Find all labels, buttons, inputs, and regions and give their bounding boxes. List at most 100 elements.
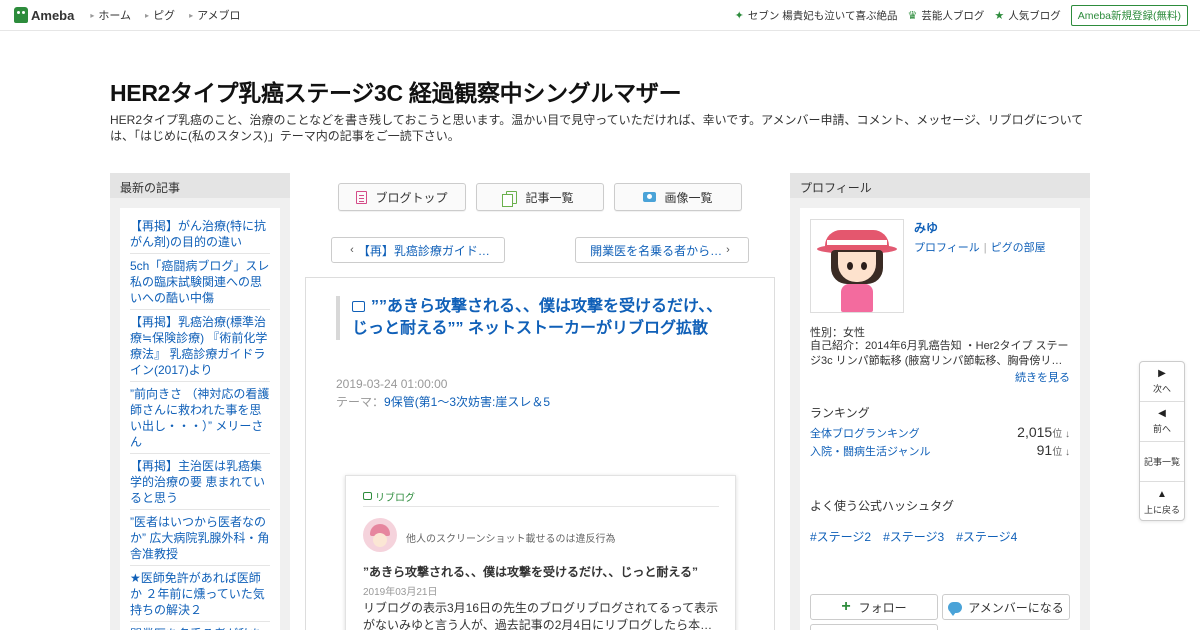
reblog-label: リブログ bbox=[375, 492, 415, 504]
chevron-right-icon: ▸ bbox=[145, 10, 150, 20]
list-item[interactable]: ★医師免許があれば医師か ２年前に燻っていた気持ちの解決２ bbox=[130, 566, 270, 622]
blog-nav-buttons: ブログトップ 記事一覧 画像一覧 bbox=[338, 183, 752, 211]
list-item[interactable]: 開業医を名乗る者が私を bbox=[130, 622, 270, 630]
float-back-to-top-button[interactable]: ▲ 上に戻る bbox=[1140, 482, 1184, 522]
ranking-row-genre: 入院・闘病生活ジャンル 91位 ↓ bbox=[810, 442, 1070, 459]
top-right-links: ✦ セブン 楊貴妃も泣いて喜ぶ絶品 ♛ 芸能人ブログ ★ 人気ブログ Ameba新規登… bbox=[725, 5, 1188, 26]
article: ””あきら攻撃される、、僕は攻撃を受けるだけ、、じっと耐える”” ネットストーカ… bbox=[305, 277, 775, 630]
ranking-overall-link[interactable]: 全体ブログランキング bbox=[810, 425, 920, 441]
blog-top-icon bbox=[356, 190, 368, 204]
star-icon: ★ bbox=[994, 10, 1005, 22]
plus-icon: + bbox=[841, 598, 851, 615]
list-item[interactable]: ”医者はいつから医者なのか” 広大病院乳腺外科・角舎准教授 bbox=[130, 510, 270, 566]
list-item[interactable]: 【再掲】主治医は乳癌集学的治療の要 恵まれていると思う bbox=[130, 454, 270, 510]
reblog-card[interactable]: リブログ 他人のスクリーンショット載せるのは違反行為 ”あきら攻撃される、、僕は… bbox=[345, 475, 736, 630]
ranking-unit: 位 ↓ bbox=[1052, 429, 1070, 440]
float-article-list-label: 記事一覧 bbox=[1143, 457, 1180, 467]
nav-ameblo-label: アメブロ bbox=[197, 10, 241, 22]
blog-description: HER2タイプ乳癌のこと、治療のことなどを書き残しておこうと思います。温かい目で… bbox=[110, 113, 1084, 143]
float-prev-button[interactable]: ◀ 前へ bbox=[1140, 402, 1184, 442]
float-prev-label: 前へ bbox=[1152, 424, 1171, 434]
article-list-label: 記事一覧 bbox=[525, 190, 574, 205]
arrow-right-icon: ▶ bbox=[1158, 368, 1166, 379]
blog-top-label: ブログトップ bbox=[375, 190, 448, 205]
profile-heading: プロフィール bbox=[790, 173, 1090, 198]
profile-link[interactable]: プロフィール bbox=[914, 242, 980, 254]
nav-ameblo[interactable]: ▸ アメブロ bbox=[189, 7, 240, 23]
blog-title[interactable]: HER2タイプ乳癌ステージ3C 経過観察中シングルマザー bbox=[110, 74, 682, 108]
ranking-genre-value: 91位 ↓ bbox=[1037, 442, 1070, 458]
latest-articles-panel: 最新の記事 【再掲】がん治療(特に抗がん剤)の目的の違い 5ch「癌闘病ブログ」… bbox=[110, 173, 290, 630]
celebrity-blog-link[interactable]: ♛ 芸能人ブログ bbox=[907, 8, 984, 23]
amember-button[interactable]: アメンバーになる bbox=[942, 594, 1070, 620]
arrow-left-icon: ◀ bbox=[1158, 408, 1166, 419]
avatar-eye bbox=[847, 262, 853, 270]
theme-link[interactable]: 9保管(第1～3次妨害:崖スレ＆5 bbox=[384, 395, 550, 409]
follow-label: フォロー bbox=[858, 600, 907, 615]
article-list-button[interactable]: 記事一覧 bbox=[476, 183, 604, 211]
celebrity-blog-label: 芸能人ブログ bbox=[921, 10, 985, 22]
list-item[interactable]: 【再掲】乳癌治療(標準治療≒保険診療) 『術前化学療法』 乳癌診療ガイドライン(… bbox=[130, 310, 270, 382]
reblog-small-icon bbox=[363, 492, 372, 500]
hashtag-heading: よく使う公式ハッシュタグ bbox=[810, 499, 955, 513]
hashtag-list: #ステージ2 #ステージ3 #ステージ4 bbox=[810, 528, 1029, 545]
list-item[interactable]: 5ch「癌闘病ブログ」スレ私の臨床試験関連への思いへの酷い中傷 bbox=[130, 254, 270, 310]
reblog-date: 2019年03月21日 bbox=[363, 587, 438, 598]
profile-avatar[interactable] bbox=[810, 219, 904, 313]
hashtag-link[interactable]: #ステージ2 bbox=[810, 528, 871, 545]
chevron-right-icon: ▸ bbox=[90, 10, 95, 20]
reblog-header: リブログ bbox=[363, 486, 719, 507]
article-theme: テーマ：9保管(第1～3次妨害:崖スレ＆5 bbox=[336, 393, 550, 410]
chevron-right-icon: › bbox=[726, 244, 730, 256]
read-more-link[interactable]: 続きを見る bbox=[1015, 369, 1070, 385]
popular-blog-label: 人気ブログ bbox=[1008, 10, 1061, 22]
profile-panel: プロフィール みゆ プロフィール | ピグの部屋 性別：女性 自己紹介：2014年6… bbox=[790, 173, 1090, 630]
float-next-label: 次へ bbox=[1152, 384, 1171, 394]
list-item[interactable]: ”前向きさ （神対応の看護師さんに救われた事を思い出し・・・）” メリーさん bbox=[130, 382, 270, 454]
article-list-icon bbox=[502, 190, 518, 207]
hashtag-link[interactable]: #ステージ4 bbox=[956, 528, 1017, 545]
nav-home-label: ホーム bbox=[98, 10, 132, 22]
floating-nav: ▶ 次へ ◀ 前へ 記事一覧 ▲ 上に戻る bbox=[1139, 361, 1185, 521]
latest-articles-heading: 最新の記事 bbox=[110, 173, 290, 198]
arrow-up-icon: ▲ bbox=[1157, 488, 1167, 500]
promo-link[interactable]: ✦ セブン 楊貴妃も泣いて喜ぶ絶品 bbox=[735, 8, 898, 23]
nav-pigu[interactable]: ▸ ピグ bbox=[145, 7, 175, 23]
avatar-body bbox=[841, 284, 873, 312]
ranking-value: 91 bbox=[1036, 442, 1053, 458]
float-next-button[interactable]: ▶ 次へ bbox=[1140, 362, 1184, 402]
theme-prefix: テーマ： bbox=[336, 395, 385, 409]
avatar-eye bbox=[861, 262, 867, 270]
more-button-edge bbox=[810, 624, 938, 630]
next-article-button[interactable]: 開業医を名乗る者から… › bbox=[575, 237, 749, 263]
prev-article-button[interactable]: ‹ 【再】乳癌診療ガイド… bbox=[331, 237, 505, 263]
article-title[interactable]: ””あきら攻撃される、、僕は攻撃を受けるだけ、、じっと耐える”” ネットストーカ… bbox=[336, 296, 736, 340]
ranking-genre-link[interactable]: 入院・闘病生活ジャンル bbox=[810, 443, 930, 459]
hashtag-link[interactable]: #ステージ3 bbox=[883, 528, 944, 545]
amember-label: アメンバーになる bbox=[968, 600, 1064, 615]
avatar-hat-band bbox=[827, 240, 887, 245]
logo-text: Ameba bbox=[31, 7, 75, 23]
prev-article-label: 【再】乳癌診療ガイド… bbox=[357, 243, 490, 258]
image-list-button[interactable]: 画像一覧 bbox=[614, 183, 742, 211]
register-button[interactable]: Ameba新規登録(無料) bbox=[1070, 5, 1188, 26]
top-nav: ▸ ホーム ▸ ピグ ▸ アメブロ bbox=[90, 7, 254, 23]
float-article-list-button[interactable]: 記事一覧 bbox=[1140, 442, 1184, 482]
popular-blog-link[interactable]: ★ 人気ブログ bbox=[994, 8, 1060, 23]
nav-pigu-label: ピグ bbox=[153, 10, 176, 22]
follow-button[interactable]: + フォロー bbox=[810, 594, 938, 620]
nav-home[interactable]: ▸ ホーム bbox=[90, 7, 131, 23]
reblog-icon bbox=[352, 301, 365, 312]
ranking-overall-value: 2,015位 ↓ bbox=[1017, 424, 1070, 440]
pigu-room-link[interactable]: ピグの部屋 bbox=[991, 242, 1046, 254]
profile-name[interactable]: みゆ bbox=[914, 219, 938, 236]
chevron-left-icon: ‹ bbox=[350, 244, 354, 256]
float-back-to-top-label: 上に戻る bbox=[1143, 504, 1180, 515]
ameba-logo[interactable]: Ameba bbox=[14, 7, 74, 23]
blog-top-button[interactable]: ブログトップ bbox=[338, 183, 466, 211]
ranking-row-overall: 全体ブログランキング 2,015位 ↓ bbox=[810, 424, 1070, 441]
chat-bubble-icon bbox=[948, 601, 963, 616]
list-item[interactable]: 【再掲】がん治療(特に抗がん剤)の目的の違い bbox=[130, 214, 270, 254]
image-list-icon bbox=[643, 192, 657, 202]
ranking-unit: 位 ↓ bbox=[1052, 447, 1070, 458]
